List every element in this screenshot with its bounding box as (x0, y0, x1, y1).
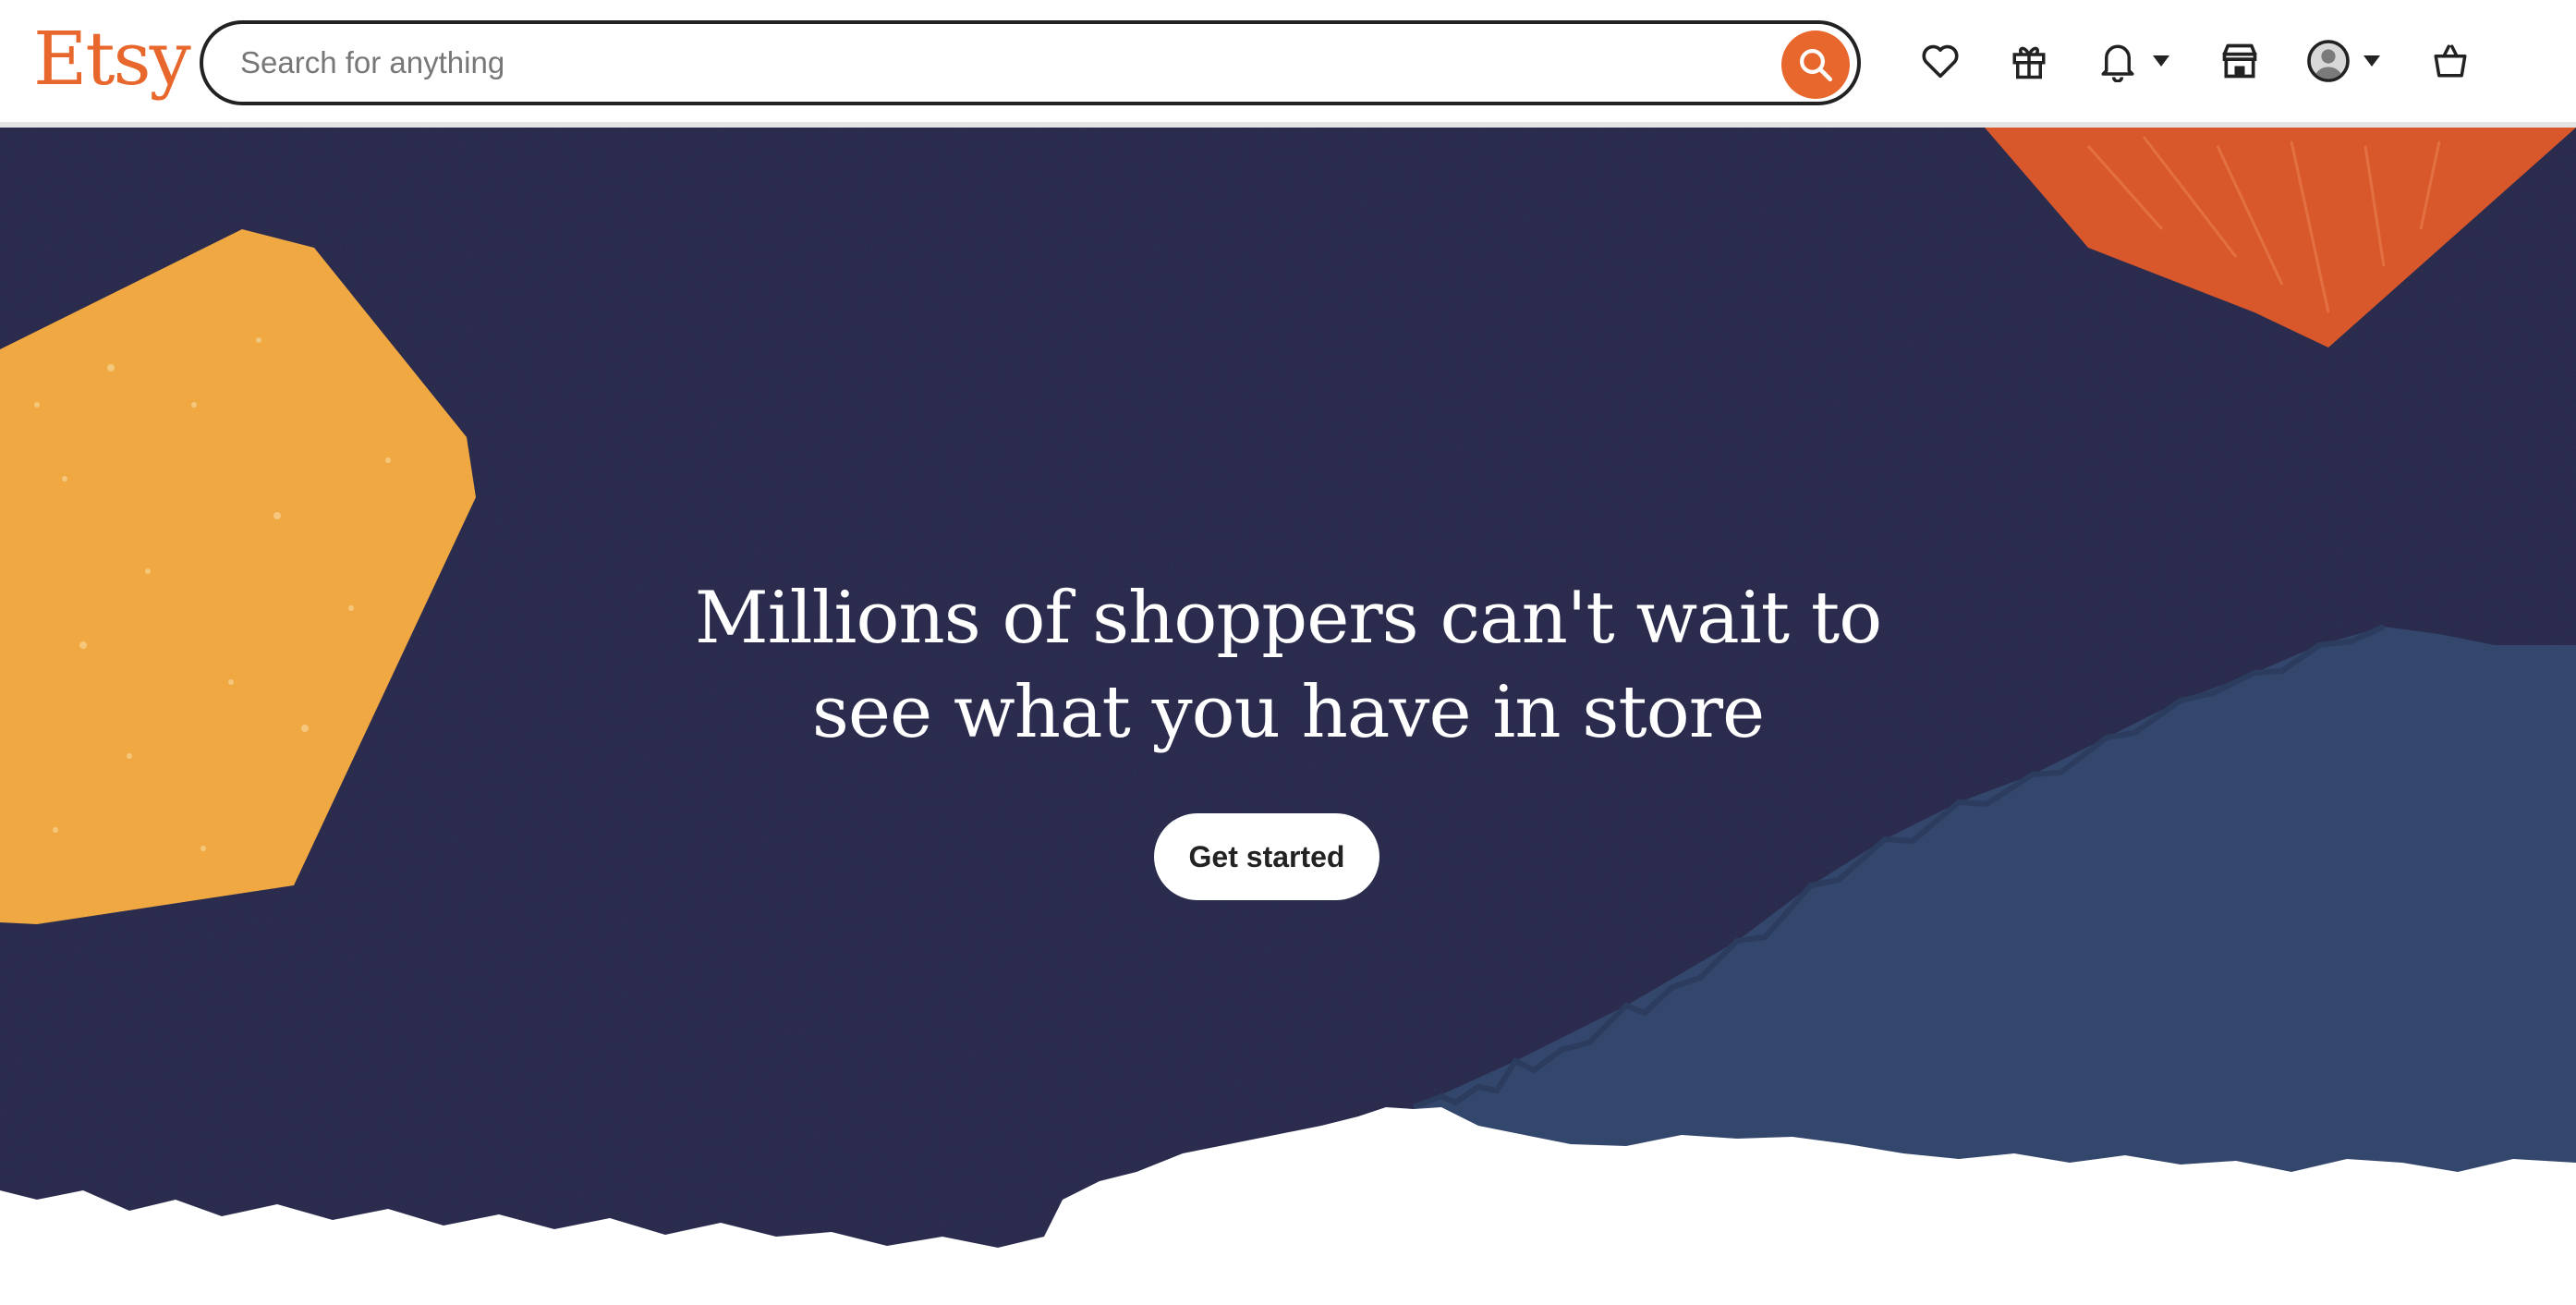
get-started-button[interactable]: Get started (1154, 813, 1379, 900)
bell-icon (2101, 44, 2134, 82)
search-button[interactable] (1781, 30, 1850, 99)
search-input[interactable] (238, 34, 1720, 91)
avatar-icon (2307, 40, 2350, 82)
favorites-button[interactable] (1914, 33, 1966, 89)
cart-icon (2434, 44, 2467, 78)
notifications-button[interactable] (2092, 33, 2144, 89)
search-icon (1800, 49, 1833, 82)
cart-button[interactable] (2424, 33, 2476, 89)
shop-manager-button[interactable] (2214, 33, 2266, 89)
gift-mode-button[interactable] (2003, 33, 2055, 89)
hero-headline-line1: Millions of shoppers can't wait to (694, 577, 1882, 660)
gift-icon (2012, 46, 2046, 79)
heart-icon (1922, 44, 1959, 79)
chevron-down-icon[interactable] (2153, 55, 2169, 67)
shop-icon (2222, 43, 2257, 79)
search-bar (200, 20, 1861, 105)
hero-headline-line2: see what you have in store (811, 671, 1765, 754)
seller-hero-banner: Millions of shoppers can't wait to see w… (0, 128, 2576, 1305)
chevron-down-icon[interactable] (2363, 55, 2380, 67)
hero-headline: Millions of shoppers can't wait to see w… (641, 571, 1935, 760)
site-header: Etsy (0, 0, 2576, 128)
account-button[interactable] (2303, 33, 2354, 89)
etsy-logo[interactable]: Etsy (33, 13, 191, 105)
